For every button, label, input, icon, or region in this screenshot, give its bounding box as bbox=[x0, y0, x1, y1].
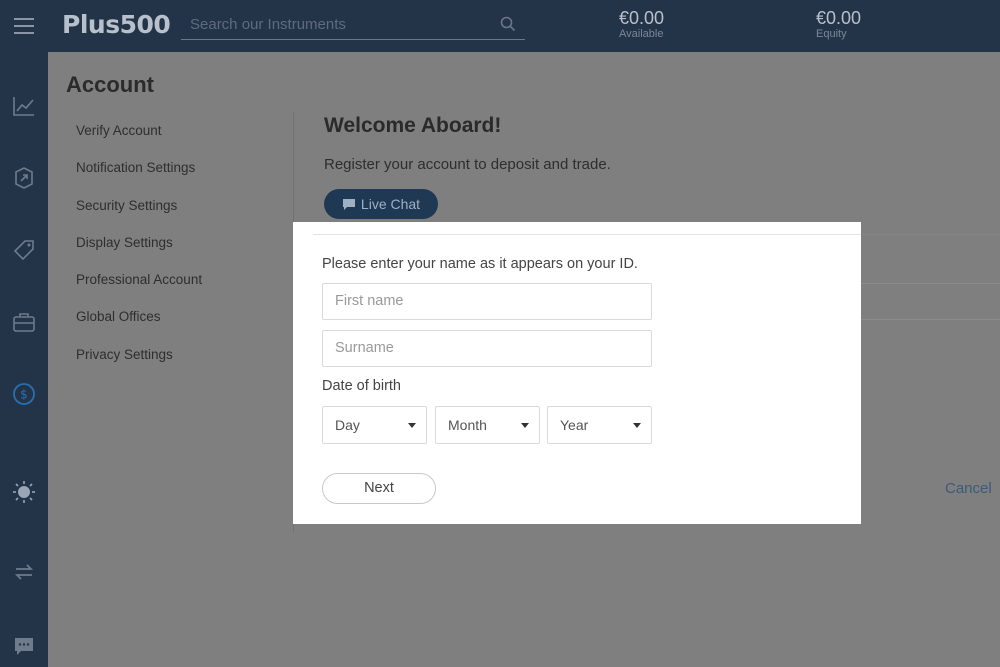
search-input[interactable]: Search our Instruments bbox=[181, 10, 525, 40]
name-instruction: Please enter your name as it appears on … bbox=[322, 256, 638, 272]
welcome-title: Welcome Aboard! bbox=[324, 114, 502, 137]
nav-item-display-settings[interactable]: Display Settings bbox=[76, 232, 202, 269]
tag-icon[interactable] bbox=[12, 238, 36, 262]
equity-balance: €0.00 Equity bbox=[816, 8, 861, 41]
search-icon[interactable] bbox=[500, 16, 516, 32]
first-name-field[interactable]: First name bbox=[322, 283, 652, 320]
sun-icon[interactable] bbox=[12, 480, 36, 504]
plus500-logo[interactable]: Plus500 bbox=[62, 10, 171, 39]
chat-icon[interactable] bbox=[12, 634, 36, 658]
menu-icon[interactable] bbox=[0, 0, 48, 52]
dob-label: Date of birth bbox=[322, 378, 401, 394]
live-chat-label: Live Chat bbox=[360, 196, 421, 212]
available-value: €0.00 bbox=[619, 8, 665, 28]
chevron-down-icon bbox=[521, 423, 529, 428]
top-bar: Plus500 Search our Instruments €0.00 Ava… bbox=[0, 0, 1000, 52]
nav-item-verify-account[interactable]: Verify Account bbox=[76, 120, 202, 157]
search-placeholder: Search our Instruments bbox=[190, 16, 346, 33]
next-button[interactable]: Next bbox=[322, 473, 436, 504]
month-select-value: Month bbox=[448, 417, 487, 433]
year-select[interactable]: Year bbox=[547, 406, 652, 444]
chart-icon[interactable] bbox=[12, 94, 36, 118]
equity-label: Equity bbox=[816, 28, 847, 40]
year-select-value: Year bbox=[560, 417, 589, 433]
svg-text:$: $ bbox=[20, 388, 28, 402]
account-nav: Verify Account Notification Settings Sec… bbox=[76, 120, 202, 381]
page-title: Account bbox=[66, 72, 154, 97]
available-balance: €0.00 Available bbox=[619, 8, 664, 41]
nav-item-privacy-settings[interactable]: Privacy Settings bbox=[76, 344, 202, 381]
name-form-panel: Please enter your name as it appears on … bbox=[293, 222, 861, 524]
cancel-link[interactable]: Cancel bbox=[945, 480, 992, 497]
nav-item-notification-settings[interactable]: Notification Settings bbox=[76, 157, 202, 194]
trade-icon[interactable] bbox=[12, 166, 36, 190]
equity-value: €0.00 bbox=[816, 8, 862, 28]
nav-item-global-offices[interactable]: Global Offices bbox=[76, 306, 202, 343]
live-chat-button[interactable]: Live Chat bbox=[324, 189, 438, 219]
month-select[interactable]: Month bbox=[435, 406, 540, 444]
chevron-down-icon bbox=[408, 423, 416, 428]
panel-divider bbox=[313, 234, 861, 235]
dollar-icon[interactable]: $ bbox=[12, 382, 36, 406]
welcome-subtitle: Register your account to deposit and tra… bbox=[324, 156, 611, 173]
day-select[interactable]: Day bbox=[322, 406, 427, 444]
surname-field[interactable]: Surname bbox=[322, 330, 652, 367]
available-label: Available bbox=[619, 28, 664, 40]
swap-icon[interactable] bbox=[12, 560, 36, 584]
nav-item-security-settings[interactable]: Security Settings bbox=[76, 195, 202, 232]
chevron-down-icon bbox=[633, 423, 641, 428]
briefcase-icon[interactable] bbox=[12, 310, 36, 334]
nav-item-professional-account[interactable]: Professional Account bbox=[76, 269, 202, 306]
chat-bubble-icon bbox=[342, 198, 355, 210]
sidebar: $ bbox=[0, 52, 48, 667]
day-select-value: Day bbox=[335, 417, 360, 433]
